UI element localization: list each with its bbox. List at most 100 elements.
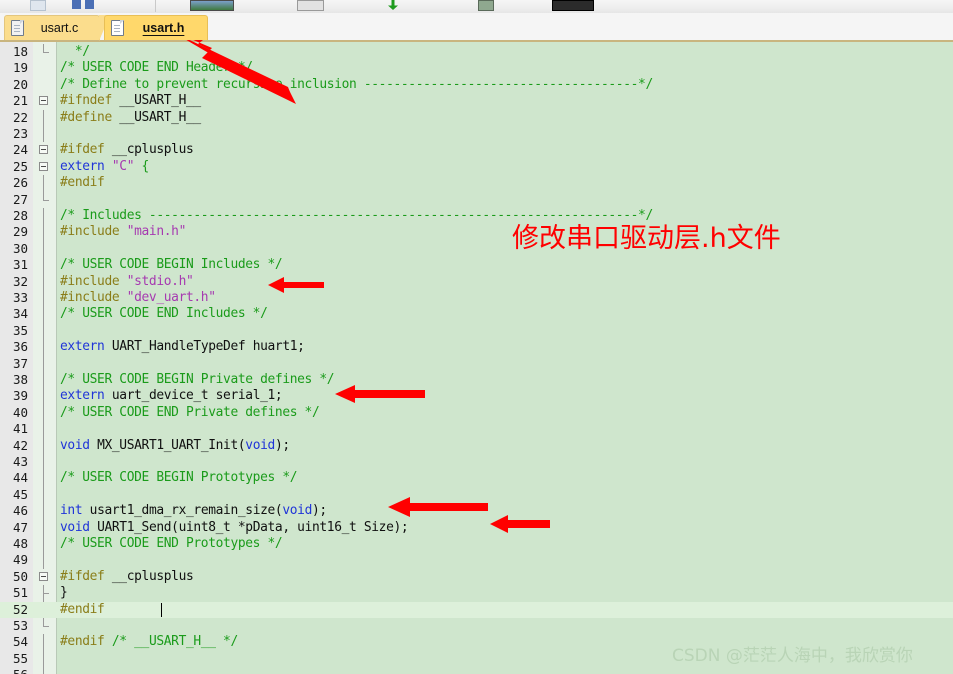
- line-number: 35: [12, 322, 28, 338]
- code-line[interactable]: 51}: [0, 585, 953, 601]
- line-number: 27: [12, 191, 28, 207]
- code-line[interactable]: 19/* USER CODE END Header */: [0, 60, 953, 76]
- tab-label: usart.h: [142, 21, 185, 35]
- code-text: extern "C" {: [60, 158, 149, 174]
- debug-icon[interactable]: [478, 0, 494, 11]
- annotation-note: 修改串口驱动层.h文件: [512, 223, 781, 254]
- code-line[interactable]: 49: [0, 552, 953, 568]
- line-number: 46: [12, 503, 28, 519]
- code-line[interactable]: 56: [0, 667, 953, 674]
- arrow-to-uart1-send: [490, 515, 550, 533]
- build-icon[interactable]: [190, 0, 234, 11]
- code-text: #include "dev_uart.h": [60, 290, 216, 305]
- line-number: 41: [12, 421, 28, 437]
- code-line[interactable]: 53: [0, 618, 953, 634]
- code-editor-window: usart.c usart.h 18 */19/* USER CODE END …: [0, 0, 953, 674]
- code-text: #include "stdio.h": [60, 273, 194, 289]
- redo-icon[interactable]: [72, 0, 81, 9]
- code-text: /* USER CODE END Private defines */: [60, 404, 320, 420]
- line-number: 48: [12, 536, 28, 551]
- code-line[interactable]: 44 /* USER CODE BEGIN Prototypes */: [0, 470, 953, 486]
- code-line[interactable]: 38 /* USER CODE BEGIN Private defines */: [0, 372, 953, 388]
- line-number: 56: [0, 667, 28, 674]
- line-number: 39: [12, 388, 28, 404]
- code-text: /* USER CODE BEGIN Includes */: [60, 257, 283, 273]
- download-icon[interactable]: [388, 0, 398, 10]
- line-number: 22: [12, 109, 28, 125]
- code-line[interactable]: 39 extern uart_device_t serial_1;: [0, 388, 953, 404]
- code-line[interactable]: 35: [0, 323, 953, 339]
- code-text: /* USER CODE END Includes */: [60, 306, 268, 322]
- line-number: 23: [12, 126, 28, 141]
- code-text: #endif: [60, 175, 105, 191]
- code-text: #endif: [60, 601, 105, 617]
- line-number: 28: [12, 208, 28, 223]
- code-line[interactable]: 52 #endif: [0, 601, 953, 618]
- code-line[interactable]: 27: [0, 192, 953, 208]
- line-number: 45: [12, 486, 28, 502]
- code-line[interactable]: 37: [0, 356, 953, 372]
- code-line[interactable]: 41: [0, 421, 953, 437]
- line-number: 32: [12, 273, 28, 289]
- code-text: extern UART_HandleTypeDef huart1;: [60, 339, 305, 355]
- line-number: 21: [12, 93, 28, 109]
- tab-usart-c[interactable]: usart.c: [4, 15, 110, 41]
- code-editor[interactable]: 18 */19/* USER CODE END Header */20 /* De…: [0, 42, 953, 674]
- code-line[interactable]: 26 #endif: [0, 175, 953, 191]
- code-line[interactable]: 23: [0, 126, 953, 142]
- code-line[interactable]: 50 #ifdef __cplusplus: [0, 569, 953, 585]
- code-line[interactable]: 43: [0, 454, 953, 470]
- redo2-icon[interactable]: [85, 0, 94, 9]
- code-line[interactable]: 47 void UART1_Send(uint8_t *pData, uint16…: [0, 520, 953, 536]
- code-text: int usart1_dma_rx_remain_size(void);: [60, 503, 327, 519]
- tab-usart-h[interactable]: usart.h: [104, 15, 208, 40]
- line-number: 30: [12, 240, 28, 256]
- code-line[interactable]: 33 #include "dev_uart.h": [0, 290, 953, 306]
- code-line[interactable]: 20 /* Define to prevent recursive inclusi…: [0, 77, 953, 93]
- line-number: 52: [12, 601, 28, 617]
- code-line[interactable]: 48 /* USER CODE END Prototypes */: [0, 536, 953, 552]
- rebuild-icon[interactable]: [297, 0, 324, 11]
- code-text: /* Define to prevent recursive inclusion…: [60, 76, 653, 92]
- terminal-icon[interactable]: [552, 0, 594, 11]
- line-number: 37: [12, 355, 28, 371]
- line-number: 20: [12, 76, 28, 92]
- code-line[interactable]: 34 /* USER CODE END Includes */: [0, 306, 953, 322]
- text-caret: [161, 602, 163, 617]
- line-number: 38: [12, 372, 28, 387]
- code-text: */: [60, 44, 90, 59]
- line-number: 34: [12, 306, 28, 322]
- line-number: 49: [12, 552, 28, 568]
- code-line[interactable]: 28/* Includes --------------------------…: [0, 208, 953, 224]
- code-line[interactable]: 36 extern UART_HandleTypeDef huart1;: [0, 339, 953, 355]
- code-text: #ifdef __cplusplus: [60, 142, 194, 158]
- code-line[interactable]: 40 /* USER CODE END Private defines */: [0, 405, 953, 421]
- code-text: /* USER CODE BEGIN Prototypes */: [60, 470, 298, 486]
- code-line[interactable]: 42 void MX_USART1_UART_Init(void);: [0, 438, 953, 454]
- code-line[interactable]: 29 #include "main.h": [0, 224, 953, 240]
- code-text: void UART1_Send(uint8_t *pData, uint16_t…: [60, 519, 409, 535]
- line-number: 47: [12, 519, 28, 535]
- toolbar[interactable]: [0, 0, 953, 14]
- code-line[interactable]: 25 extern "C" {: [0, 159, 953, 175]
- line-number: 53: [12, 618, 28, 633]
- tab-label: usart.c: [40, 21, 79, 35]
- line-number: 55: [12, 650, 28, 666]
- line-number: 42: [12, 437, 28, 453]
- code-line[interactable]: 32 #include "stdio.h": [0, 274, 953, 290]
- c-file-icon: [11, 20, 24, 36]
- undo-icon[interactable]: [30, 0, 46, 11]
- editor-tab-bar[interactable]: usart.c usart.h: [0, 13, 953, 42]
- code-line[interactable]: 22 #define __USART_H__: [0, 110, 953, 126]
- code-line[interactable]: 31 /* USER CODE BEGIN Includes */: [0, 257, 953, 273]
- line-number: 54: [12, 634, 28, 650]
- code-line[interactable]: 24 #ifdef __cplusplus: [0, 142, 953, 158]
- code-line[interactable]: 18 */: [0, 44, 953, 60]
- line-number: 25: [12, 158, 28, 174]
- line-number: 31: [12, 257, 28, 273]
- code-text: void MX_USART1_UART_Init(void);: [60, 437, 290, 453]
- line-number: 18: [12, 44, 28, 59]
- code-line[interactable]: 21 #ifndef __USART_H__: [0, 93, 953, 109]
- code-line[interactable]: 30: [0, 241, 953, 257]
- arrow-to-extern-serial1: [335, 385, 425, 403]
